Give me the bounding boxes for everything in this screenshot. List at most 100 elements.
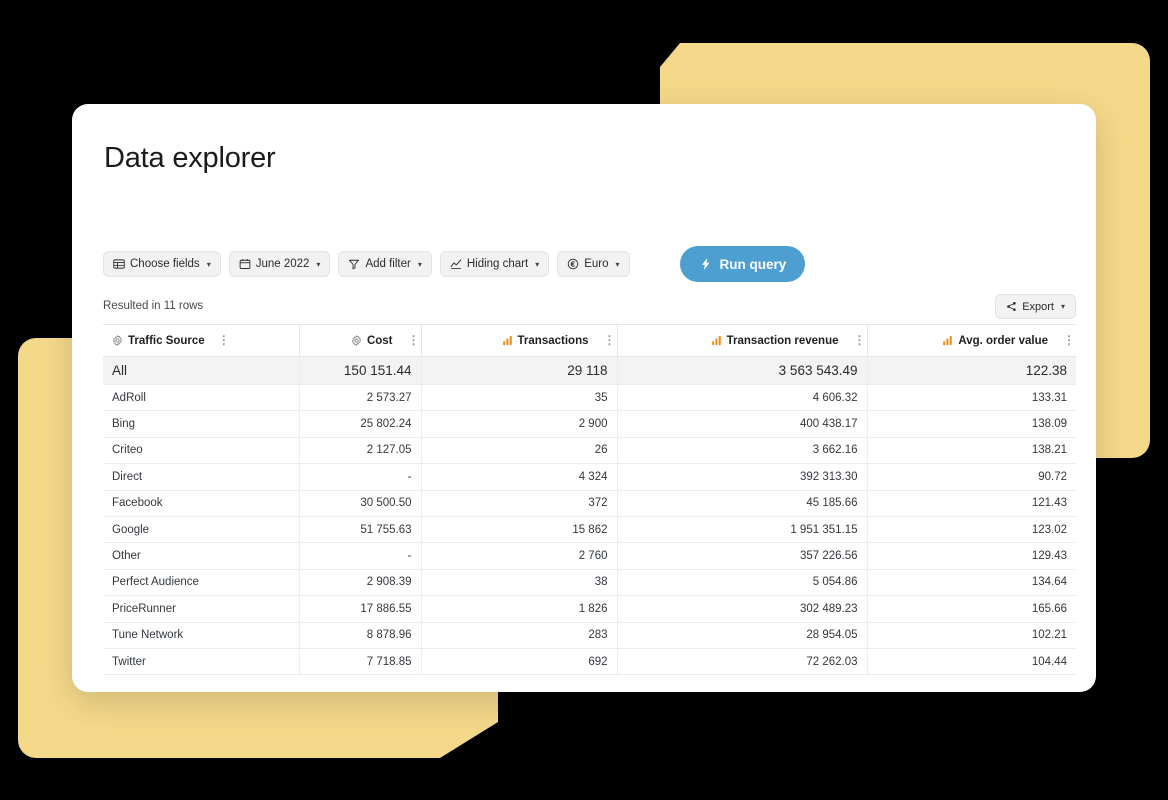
cell-metric: 25 802.24 bbox=[299, 410, 422, 438]
data-explorer-card: Data explorer Choose fields ▾ June 2022 … bbox=[72, 104, 1096, 692]
cell-traffic-source: Bing bbox=[103, 410, 300, 438]
chevron-down-icon: ▾ bbox=[535, 259, 540, 269]
metric-bar-icon bbox=[502, 335, 513, 346]
cell-traffic-source: Other bbox=[103, 542, 300, 570]
cell-metric: 122.38 bbox=[867, 356, 1076, 385]
date-range-button[interactable]: June 2022 ▾ bbox=[228, 251, 331, 277]
cell-traffic-source: Twitter bbox=[103, 648, 300, 676]
cell-metric: 104.44 bbox=[867, 648, 1076, 676]
cell-metric: 72 262.03 bbox=[617, 648, 868, 676]
dimension-gear-icon bbox=[112, 335, 123, 346]
table-row[interactable]: Bing 25 802.24 2 900 400 438.17 138.09 bbox=[103, 410, 1076, 438]
table-row[interactable]: AdRoll 2 573.27 35 4 606.32 133.31 bbox=[103, 384, 1076, 412]
chart-visibility-button[interactable]: Hiding chart ▾ bbox=[439, 251, 550, 277]
table-row[interactable]: Facebook 30 500.50 372 45 185.66 121.43 bbox=[103, 490, 1076, 517]
choose-fields-label: Choose fields bbox=[130, 258, 200, 270]
toolbar: Choose fields ▾ June 2022 ▾ Add filter ▾ bbox=[103, 246, 806, 282]
cell-metric: 7 718.85 bbox=[299, 648, 422, 676]
results-bar: Resulted in 11 rows Export ▾ bbox=[72, 294, 1096, 328]
results-table: Traffic Source ⋮ Cost ⋮ Transactions ⋮ Transac… bbox=[103, 324, 1076, 676]
table-header-cell-cost[interactable]: Cost ⋮ bbox=[299, 324, 422, 357]
cell-metric: 2 900 bbox=[421, 410, 618, 438]
cell-metric: 8 878.96 bbox=[299, 622, 422, 649]
chart-visibility-label: Hiding chart bbox=[466, 258, 529, 270]
cell-metric: 2 127.05 bbox=[299, 437, 422, 465]
date-range-label: June 2022 bbox=[255, 258, 310, 270]
cell-metric: 5 054.86 bbox=[617, 569, 868, 597]
table-header-row: Traffic Source ⋮ Cost ⋮ Transactions ⋮ Transac… bbox=[103, 324, 1076, 357]
add-filter-label: Add filter bbox=[365, 258, 411, 270]
table-head: Traffic Source ⋮ Cost ⋮ Transactions ⋮ Transac… bbox=[103, 324, 1076, 357]
cell-traffic-source: Direct bbox=[103, 463, 300, 491]
cell-metric: 121.43 bbox=[867, 490, 1076, 517]
table-row[interactable]: Perfect Audience 2 908.39 38 5 054.86 134.64 bbox=[103, 569, 1076, 597]
currency-circle-icon bbox=[567, 258, 579, 270]
table-header-cell-avg-order-value[interactable]: Avg. order value ⋮ bbox=[867, 324, 1076, 357]
screenshot-stage: Data explorer Choose fields ▾ June 2022 … bbox=[0, 0, 1168, 800]
table-header-cell-traffic-source[interactable]: Traffic Source ⋮ bbox=[103, 324, 300, 357]
cell-traffic-source: Tune Network bbox=[103, 622, 300, 649]
chevron-down-icon: ▾ bbox=[615, 259, 620, 269]
line-chart-icon bbox=[450, 258, 462, 270]
column-menu-icon[interactable]: ⋮ bbox=[1063, 334, 1075, 347]
cell-metric: 165.66 bbox=[867, 595, 1076, 623]
cell-metric: 1 951 351.15 bbox=[617, 516, 868, 544]
metric-bar-icon bbox=[711, 335, 722, 346]
cell-metric: 1 826 bbox=[421, 595, 618, 623]
table-row[interactable]: PriceRunner 17 886.55 1 826 302 489.23 165.6… bbox=[103, 595, 1076, 623]
cell-metric: 35 bbox=[421, 384, 618, 412]
chevron-down-icon: ▾ bbox=[417, 259, 422, 269]
cell-metric: 17 886.55 bbox=[299, 595, 422, 623]
filter-funnel-icon bbox=[348, 258, 360, 270]
table-header-cell-transaction-revenue[interactable]: Transaction revenue ⋮ bbox=[617, 324, 868, 357]
add-filter-button[interactable]: Add filter ▾ bbox=[338, 251, 432, 277]
table-row[interactable]: Criteo 2 127.05 26 3 662.16 138.21 bbox=[103, 437, 1076, 465]
dimension-gear-icon bbox=[351, 335, 362, 346]
cell-metric: 51 755.63 bbox=[299, 516, 422, 544]
run-query-label: Run query bbox=[719, 256, 787, 272]
column-label: Avg. order value bbox=[958, 334, 1048, 347]
cell-traffic-source: All bbox=[103, 356, 300, 385]
table-row[interactable]: Tune Network 8 878.96 283 28 954.05 102.21 bbox=[103, 622, 1076, 649]
export-label: Export bbox=[1022, 300, 1054, 313]
page-title: Data explorer bbox=[104, 142, 276, 174]
table-row[interactable]: Google 51 755.63 15 862 1 951 351.15 123.02 bbox=[103, 516, 1076, 544]
cell-metric: 134.64 bbox=[867, 569, 1076, 597]
cell-traffic-source: Criteo bbox=[103, 437, 300, 465]
table-row[interactable]: Direct -4 324 392 313.30 90.72 bbox=[103, 463, 1076, 491]
chevron-down-icon: ▾ bbox=[1060, 302, 1065, 311]
cell-metric: 30 500.50 bbox=[299, 490, 422, 517]
cell-metric: 400 438.17 bbox=[617, 410, 868, 438]
run-query-button[interactable]: Run query bbox=[679, 246, 806, 282]
cell-metric: 123.02 bbox=[867, 516, 1076, 544]
cell-metric: 133.31 bbox=[867, 384, 1076, 412]
table-body: All 150 151.44 29 118 3 563 543.49 122.38 AdR… bbox=[103, 356, 1076, 676]
table-row-total[interactable]: All 150 151.44 29 118 3 563 543.49 122.38 bbox=[103, 356, 1076, 385]
cell-metric: 692 bbox=[421, 648, 618, 676]
column-menu-icon[interactable]: ⋮ bbox=[218, 334, 230, 347]
share-nodes-icon bbox=[1006, 301, 1017, 312]
cell-traffic-source: PriceRunner bbox=[103, 595, 300, 623]
chevron-down-icon: ▾ bbox=[316, 259, 321, 269]
cell-metric: 2 573.27 bbox=[299, 384, 422, 412]
table-row[interactable]: Twitter 7 718.85 692 72 262.03 104.44 bbox=[103, 648, 1076, 676]
calendar-icon bbox=[239, 258, 251, 270]
cell-metric: 357 226.56 bbox=[617, 542, 868, 570]
cell-traffic-source: Facebook bbox=[103, 490, 300, 517]
results-table-container[interactable]: Traffic Source ⋮ Cost ⋮ Transactions ⋮ Transac… bbox=[103, 324, 1076, 692]
table-header-cell-transactions[interactable]: Transactions ⋮ bbox=[421, 324, 618, 357]
table-row[interactable]: Other -2 760 357 226.56 129.43 bbox=[103, 542, 1076, 570]
currency-button[interactable]: Euro ▾ bbox=[557, 251, 630, 277]
lightning-bolt-icon bbox=[699, 257, 713, 271]
column-label: Cost bbox=[366, 334, 393, 347]
cell-metric: 302 489.23 bbox=[617, 595, 868, 623]
choose-fields-button[interactable]: Choose fields ▾ bbox=[103, 251, 221, 277]
column-menu-icon[interactable]: ⋮ bbox=[604, 334, 616, 347]
export-button[interactable]: Export ▾ bbox=[995, 294, 1076, 319]
chevron-down-icon: ▾ bbox=[206, 259, 211, 269]
column-menu-icon[interactable]: ⋮ bbox=[854, 334, 866, 347]
cell-metric: 28 954.05 bbox=[617, 622, 868, 649]
cell-metric: 372 bbox=[421, 490, 618, 517]
cell-metric: 90.72 bbox=[867, 463, 1076, 491]
column-menu-icon[interactable]: ⋮ bbox=[408, 334, 420, 347]
